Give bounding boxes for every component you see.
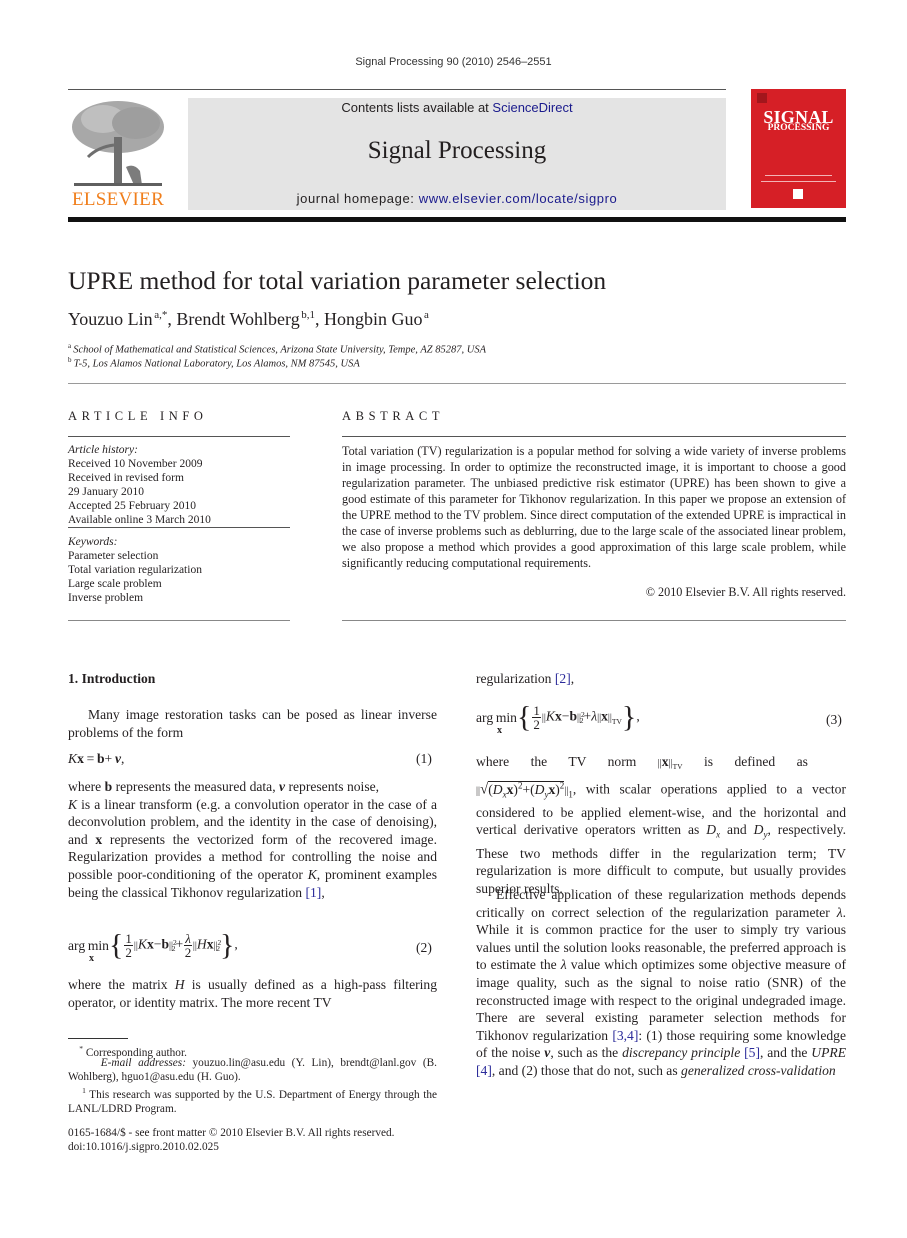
affiliation-b: b T-5, Los Alamos National Laboratory, L… [68,356,360,370]
author-name[interactable]: Hongbin Guo [324,309,423,329]
article-info-rule [68,527,290,528]
footnote-rule [68,1038,128,1039]
right-paragraph-3: Effective application of these regulariz… [476,887,847,1078]
article-history: Article history: Received 10 November 20… [68,443,293,527]
cover-title-processing: PROCESSING [767,123,830,133]
issn-doi-block: 0165-1684/$ - see front matter © 2010 El… [68,1126,395,1154]
footnote-emails: E-mail addresses: youzuo.lin@asu.edu (Y.… [68,1057,437,1083]
journal-homepage-line: journal homepage: www.elsevier.com/locat… [188,191,726,206]
abstract-rule [342,620,846,621]
abstract-copyright: © 2010 Elsevier B.V. All rights reserved… [645,585,846,599]
equation-1: Kx = b+ v, [68,751,125,766]
footnote-funding: 1 This research was supported by the U.S… [68,1086,438,1115]
article-title: UPRE method for total variation paramete… [68,266,607,295]
intro-paragraph-1: Many image restoration tasks can be pose… [68,707,437,740]
equation-3: arg min x{1 2 ||Kx−b||22+λ||x||TV}, [476,700,640,736]
article-info-heading: ARTICLE INFO [68,409,208,423]
equation-3-number: (3) [826,712,842,727]
author-name[interactable]: Youzuo Lin [68,309,153,329]
history-item: 29 January 2010 [68,486,145,498]
contents-prefix: Contents lists available at [341,100,493,115]
history-item: Accepted 25 February 2010 [68,500,197,512]
equation-1-number: (1) [416,751,432,766]
publisher-wordmark: ELSEVIER [71,189,165,210]
abstract-text: Total variation (TV) regularization is a… [342,444,846,570]
citation-link[interactable]: [4] [476,1063,492,1078]
abstract-heading: ABSTRACT [342,409,445,423]
affiliation-a: a School of Mathematical and Statistical… [68,342,486,356]
citation-link[interactable]: [5] [744,1045,760,1060]
keyword-item: Parameter selection [68,550,159,562]
right-paragraph-2: ||√(Dxx)2+(Dyx)2||1, with scalar operati… [476,780,846,896]
header-thick-rule [68,217,846,222]
article-info-rule [68,436,290,437]
citation-link[interactable]: [3,4] [612,1028,638,1043]
intro-paragraph-2: where b represents the measured data, v … [68,779,437,900]
citation-link[interactable]: [1] [305,885,321,900]
title-block-rule [68,383,846,384]
keyword-item: Large scale problem [68,578,162,590]
keyword-item: Inverse problem [68,592,144,604]
journal-name: Signal Processing [367,137,547,164]
homepage-prefix: journal homepage: [296,191,419,206]
right-column-lead: regularization [2], [476,671,575,686]
author-affil-marker[interactable]: b,1 [301,309,315,321]
history-item: Available online 3 March 2010 [68,514,211,526]
tv-norm-definition-line: where the TV norm ||x||TV is defined as [476,754,808,771]
author-name[interactable]: Brendt Wohlberg [176,309,299,329]
header-rule [68,89,726,90]
abstract-rule [342,436,846,437]
keyword-item: Total variation regularization [68,564,202,576]
sciencedirect-link[interactable]: ScienceDirect [492,100,572,115]
citation-link[interactable]: [2] [555,671,571,686]
equation-2-number: (2) [416,940,432,955]
article-info-rule [68,620,290,621]
author-affil-marker: a [424,309,429,321]
author-affil-marker[interactable]: a,* [154,309,167,321]
journal-homepage-link[interactable]: www.elsevier.com/locate/sigpro [419,191,618,206]
keywords-label: Keywords: [68,536,118,548]
article-history-label: Article history: [68,444,138,456]
intro-paragraph-3: where the matrix H is usually defined as… [68,977,438,1010]
section-heading-introduction: 1. Introduction [68,671,156,686]
doi-link[interactable]: doi:10.1016/j.sigpro.2010.02.025 [68,1140,395,1154]
history-item: Received 10 November 2009 [68,458,203,470]
history-item: Received in revised form [68,472,184,484]
running-head: Signal Processing 90 (2010) 2546–2551 [355,56,552,68]
contents-line: Contents lists available at ScienceDirec… [188,100,726,115]
author-list: Youzuo Lin a,*, Brendt Wohlberg b,1, Hon… [68,309,429,329]
issn-line: 0165-1684/$ - see front matter © 2010 El… [68,1127,395,1139]
keywords-block: Keywords: Parameter selection Total vari… [68,535,293,605]
equation-2: arg min x{1 2 ||Kx−b||22+ λ 2 ||Hx||22}, [68,928,238,964]
